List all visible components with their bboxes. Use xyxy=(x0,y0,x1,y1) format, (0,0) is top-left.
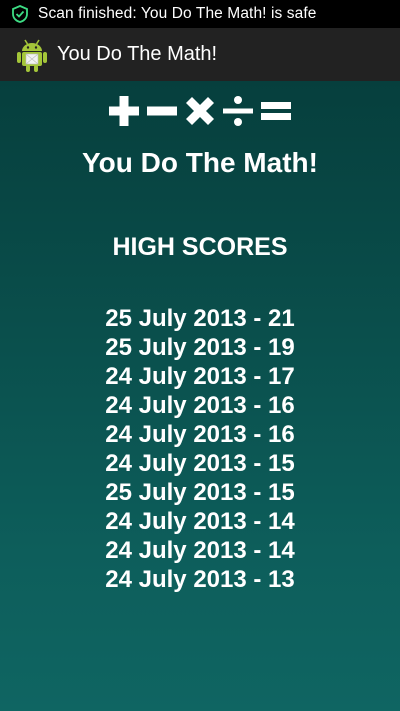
high-score-list: 25 July 2013 - 21 25 July 2013 - 19 24 J… xyxy=(0,304,400,594)
minus-icon xyxy=(146,95,178,127)
math-symbols xyxy=(0,91,400,131)
app-heading: You Do The Math! xyxy=(82,147,318,178)
main-content: You Do The Math! HIGH SCORES 25 July 201… xyxy=(0,81,400,711)
equals-icon xyxy=(260,95,292,127)
action-bar: You Do The Math! xyxy=(0,28,400,81)
score-entry: 24 July 2013 - 14 xyxy=(105,508,295,535)
notification-text: Scan finished: You Do The Math! is safe xyxy=(38,5,317,22)
score-entry: 24 July 2013 - 16 xyxy=(105,392,295,419)
score-entry: 24 July 2013 - 13 xyxy=(105,566,295,593)
multiply-icon xyxy=(184,95,216,127)
score-entry: 24 July 2013 - 16 xyxy=(105,421,295,448)
status-bar: Scan finished: You Do The Math! is safe xyxy=(0,0,400,28)
score-entry: 25 July 2013 - 15 xyxy=(105,479,295,506)
plus-icon xyxy=(108,95,140,127)
score-entry: 25 July 2013 - 19 xyxy=(105,334,295,361)
score-entry: 25 July 2013 - 21 xyxy=(105,305,295,332)
score-entry: 24 July 2013 - 15 xyxy=(105,450,295,477)
shield-check-icon xyxy=(11,5,29,23)
app-title: You Do The Math! xyxy=(57,43,218,65)
android-robot-icon[interactable] xyxy=(15,37,49,73)
score-entry: 24 July 2013 - 14 xyxy=(105,537,295,564)
score-entry: 24 July 2013 - 17 xyxy=(105,363,295,390)
high-scores-title: HIGH SCORES xyxy=(112,233,288,261)
divide-icon xyxy=(222,95,254,127)
